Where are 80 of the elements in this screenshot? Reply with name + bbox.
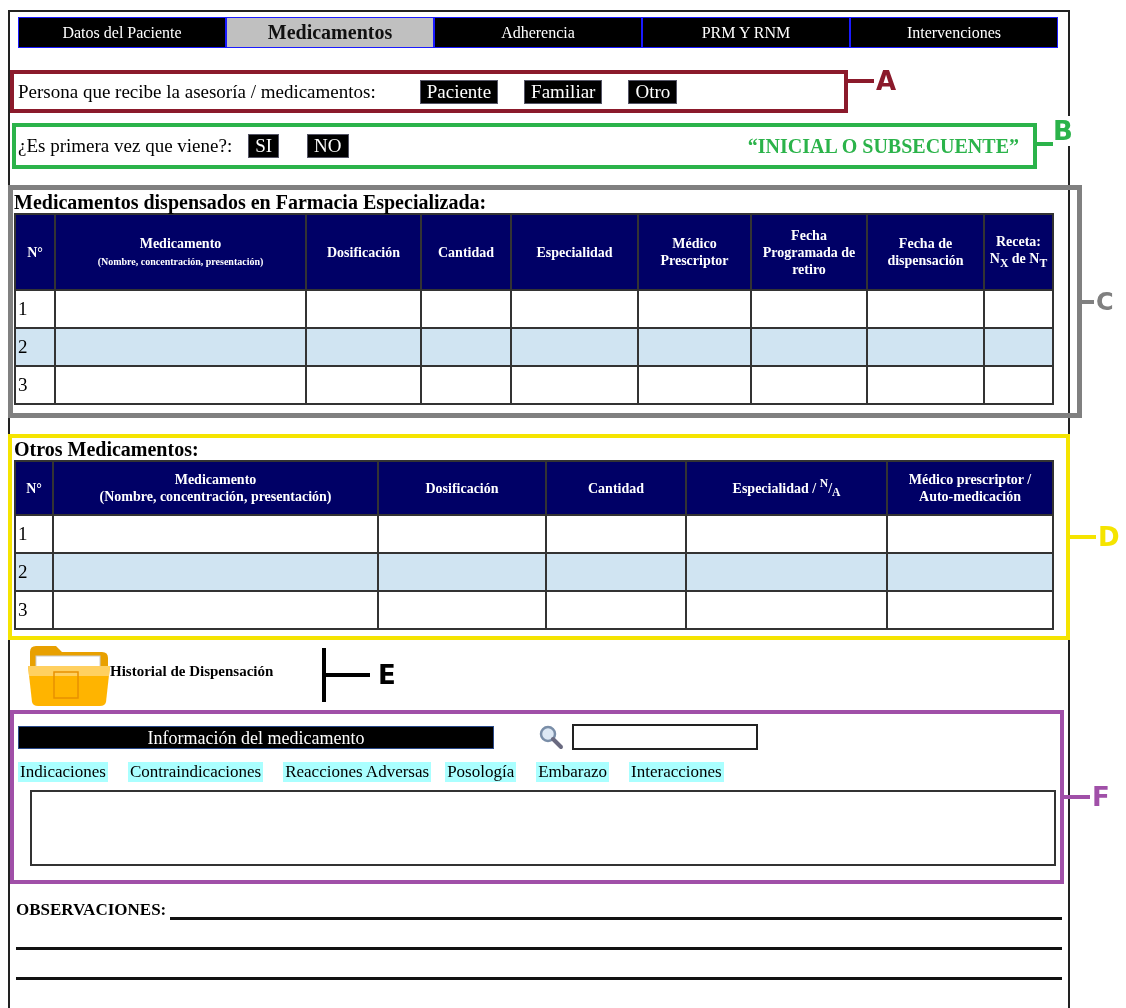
- table-cell[interactable]: [638, 366, 751, 404]
- table-cell[interactable]: [511, 366, 638, 404]
- column-header: Especialidad / $^{N}$/$_{A}$: [686, 461, 887, 515]
- table-cell[interactable]: [55, 366, 306, 404]
- table-cell[interactable]: 2: [15, 553, 53, 591]
- search-field[interactable]: [572, 724, 758, 750]
- column-header: Fecha de dispensación: [867, 214, 984, 290]
- callout-letter: D: [1098, 522, 1120, 552]
- info-text-area[interactable]: [30, 790, 1056, 866]
- tab[interactable]: Medicamentos: [227, 18, 435, 47]
- table-cell[interactable]: [686, 553, 887, 591]
- search-icon[interactable]: [538, 724, 564, 750]
- option-button[interactable]: Otro: [628, 79, 678, 104]
- column-header: N°: [15, 214, 55, 290]
- tab[interactable]: PRM Y RNM: [643, 18, 851, 47]
- column-header: Médico prescriptor / Auto-medicación: [887, 461, 1053, 515]
- info-header: Información del medicamento: [18, 725, 494, 749]
- table-cell[interactable]: [887, 553, 1053, 591]
- table-cell[interactable]: [751, 366, 867, 404]
- option-button[interactable]: Paciente: [419, 79, 499, 104]
- table-cell[interactable]: [378, 591, 546, 629]
- table-cell[interactable]: [867, 366, 984, 404]
- table-cell[interactable]: [638, 328, 751, 366]
- table-cell[interactable]: [984, 366, 1053, 404]
- column-header: Médico Prescriptor: [638, 214, 751, 290]
- table-cell[interactable]: [55, 328, 306, 366]
- table-cell[interactable]: 2: [15, 328, 55, 366]
- column-header: Receta: N$_{X}$ de N$_{T}$: [984, 214, 1053, 290]
- question-label: Persona que recibe la asesoría / medicamentos:: [18, 80, 376, 103]
- callout-letter: A: [876, 65, 897, 96]
- info-tab[interactable]: Interacciones: [629, 762, 724, 782]
- table-cell[interactable]: [751, 328, 867, 366]
- tab[interactable]: Intervenciones: [851, 18, 1057, 47]
- table-cell[interactable]: [867, 328, 984, 366]
- column-header: N°: [15, 461, 53, 515]
- column-header: Especialidad: [511, 214, 638, 290]
- table-cell[interactable]: [546, 591, 686, 629]
- column-header: Fecha Programada de retiro: [751, 214, 867, 290]
- option-button[interactable]: NO: [307, 134, 349, 158]
- table-cell[interactable]: 3: [15, 366, 55, 404]
- info-tab[interactable]: Indicaciones: [18, 762, 108, 782]
- fill-in-line[interactable]: [16, 944, 1062, 950]
- column-header: Cantidad: [421, 214, 511, 290]
- callout-letter: E: [378, 660, 396, 690]
- table-cell[interactable]: [887, 591, 1053, 629]
- option-button[interactable]: Familiar: [524, 79, 603, 104]
- column-header: Dosificación: [378, 461, 546, 515]
- table-cell[interactable]: [421, 328, 511, 366]
- table-cell[interactable]: [378, 553, 546, 591]
- callout-letter: F: [1092, 782, 1110, 812]
- column-header: Dosificación: [306, 214, 421, 290]
- fill-in-line[interactable]: [16, 974, 1062, 980]
- table-cell[interactable]: [53, 553, 378, 591]
- option-button[interactable]: SI: [248, 134, 280, 158]
- column-header: Medicamento (Nombre, concentración, presentación): [53, 461, 378, 515]
- question-label: ¿Es primera vez que viene?:: [18, 135, 233, 157]
- callout-letter: C: [1096, 287, 1114, 316]
- table-cell[interactable]: [306, 366, 421, 404]
- info-tab[interactable]: Posología: [445, 762, 517, 782]
- table-cell[interactable]: [984, 328, 1053, 366]
- section-title: Otros Medicamentos:: [14, 438, 200, 460]
- column-header: Medicamento (Nombre, concentración, presentación): [55, 214, 306, 290]
- column-header: Cantidad: [546, 461, 686, 515]
- fill-in-line[interactable]: [170, 914, 1062, 920]
- note-text: “INICIAL O SUBSECUENTE”: [747, 134, 1019, 158]
- tab[interactable]: Adherencia: [435, 18, 643, 47]
- table-cell[interactable]: [421, 366, 511, 404]
- table-cell[interactable]: [306, 328, 421, 366]
- info-tab[interactable]: Embarazo: [536, 762, 610, 782]
- table-cell[interactable]: [53, 591, 378, 629]
- info-tab[interactable]: Reacciones Adversas: [283, 762, 432, 782]
- callout-letter: B: [1053, 116, 1073, 146]
- table-cell[interactable]: 3: [15, 591, 53, 629]
- table-cell[interactable]: [511, 328, 638, 366]
- history-link[interactable]: Historial de Dispensación: [110, 662, 322, 680]
- table-cell[interactable]: [546, 553, 686, 591]
- info-tab[interactable]: Contraindicaciones: [127, 762, 264, 782]
- table-cell[interactable]: [686, 591, 887, 629]
- observations-label: OBSERVACIONES:: [16, 900, 167, 920]
- section-title: Medicamentos dispensados en Farmacia Especializada:: [14, 191, 488, 213]
